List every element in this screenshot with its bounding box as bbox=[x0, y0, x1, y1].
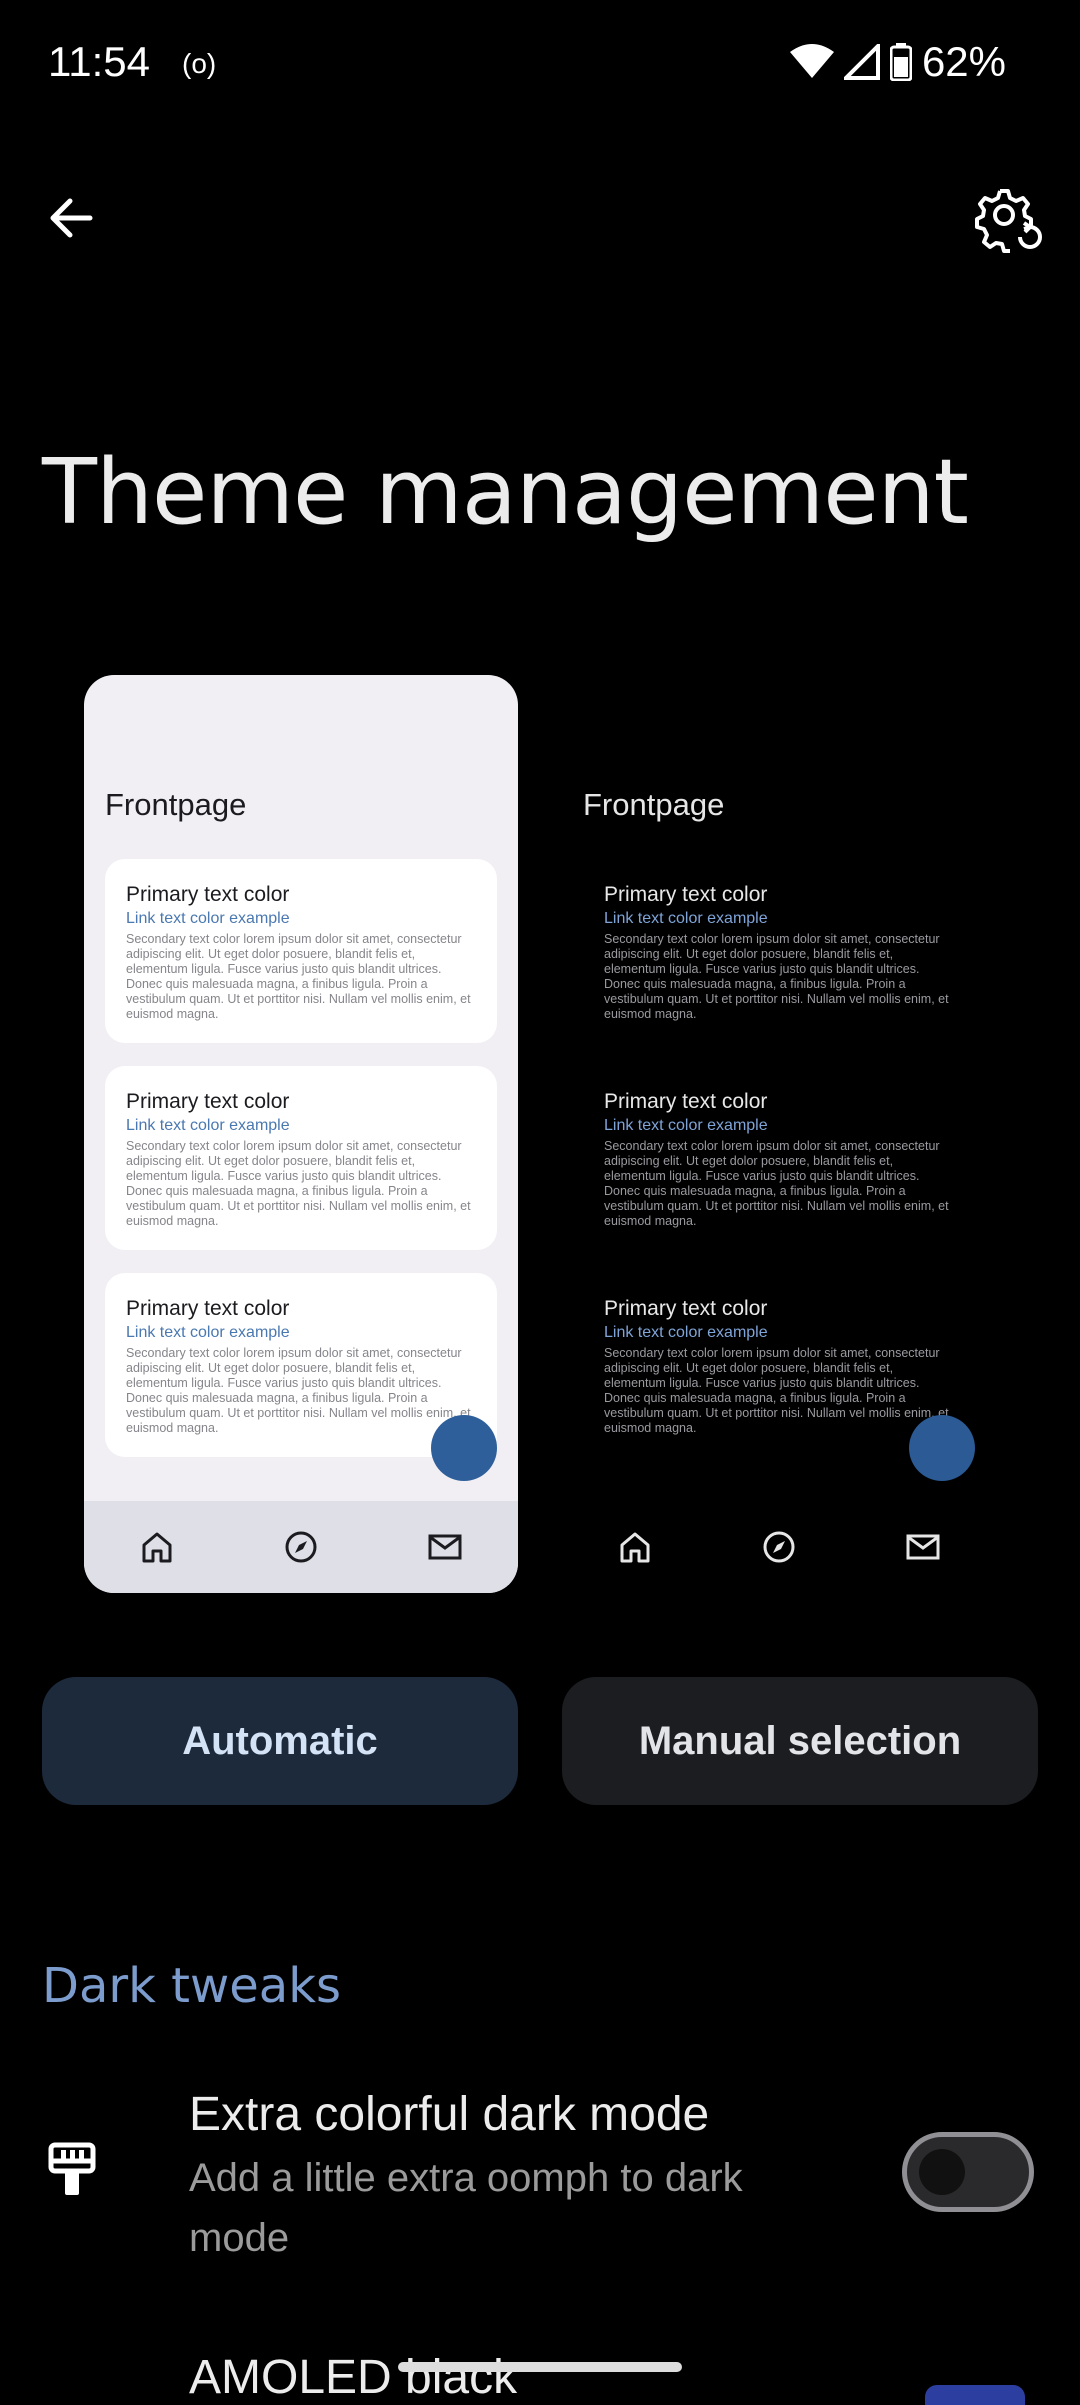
manual-selection-button[interactable]: Manual selection bbox=[562, 1677, 1038, 1805]
toggle-knob bbox=[919, 2149, 965, 2195]
compass-icon bbox=[285, 1531, 317, 1563]
signal-icon bbox=[843, 44, 880, 80]
dark-theme-preview[interactable]: Frontpage Primary text color Link text c… bbox=[562, 675, 996, 1593]
primary-text-sample: Primary text color bbox=[126, 1297, 290, 1320]
preview-header: Frontpage bbox=[583, 787, 725, 822]
status-time: 11:54 bbox=[48, 38, 150, 85]
link-text-sample: Link text color example bbox=[604, 1117, 768, 1134]
section-title: Dark tweaks bbox=[42, 1958, 341, 2014]
status-icons: 62% bbox=[789, 38, 1006, 86]
preview-header: Frontpage bbox=[105, 787, 247, 822]
link-text-sample: Link text color example bbox=[604, 1324, 768, 1341]
settings-sync-button[interactable] bbox=[974, 185, 1046, 257]
link-text-sample: Link text color example bbox=[126, 910, 290, 927]
preview-card: Primary text color Link text color examp… bbox=[105, 859, 497, 1043]
primary-text-sample: Primary text color bbox=[604, 1297, 768, 1320]
paint-roller-icon bbox=[48, 2142, 96, 2198]
mail-icon bbox=[428, 1534, 462, 1560]
gesture-nav-handle[interactable] bbox=[398, 2362, 682, 2372]
home-icon bbox=[620, 1532, 650, 1563]
primary-text-sample: Primary text color bbox=[126, 1090, 290, 1113]
light-theme-preview[interactable]: Frontpage Primary text color Link text c… bbox=[84, 675, 518, 1593]
home-icon bbox=[142, 1532, 172, 1563]
automatic-button[interactable]: Automatic bbox=[42, 1677, 518, 1805]
page-title: Theme management bbox=[42, 440, 969, 545]
preview-fab bbox=[909, 1415, 975, 1481]
secondary-text-sample: Secondary text color lorem ipsum dolor s… bbox=[126, 1139, 471, 1228]
extra-colorful-dark-mode-title[interactable]: Extra colorful dark mode bbox=[189, 2087, 709, 2142]
back-button[interactable] bbox=[40, 185, 106, 251]
secondary-text-sample: Secondary text color lorem ipsum dolor s… bbox=[604, 1346, 949, 1435]
link-text-sample: Link text color example bbox=[126, 1117, 290, 1134]
preview-card: Primary text color Link text color examp… bbox=[105, 1066, 497, 1250]
preview-card: Primary text color Link text color examp… bbox=[583, 1066, 975, 1250]
preview-bottom-nav bbox=[562, 1501, 996, 1593]
link-text-sample: Link text color example bbox=[126, 1324, 290, 1341]
battery-percent: 62% bbox=[921, 38, 1006, 85]
primary-text-sample: Primary text color bbox=[604, 883, 768, 906]
preview-fab bbox=[431, 1415, 497, 1481]
secondary-text-sample: Secondary text color lorem ipsum dolor s… bbox=[126, 932, 471, 1021]
link-text-sample: Link text color example bbox=[604, 910, 768, 927]
wifi-icon bbox=[789, 44, 834, 78]
compass-icon bbox=[763, 1531, 795, 1563]
mail-icon bbox=[906, 1534, 940, 1560]
amoled-toggle[interactable] bbox=[925, 2385, 1025, 2405]
extra-colorful-dark-mode-summary: Add a little extra oomph to dark mode bbox=[189, 2156, 743, 2260]
extra-colorful-toggle[interactable] bbox=[902, 2132, 1034, 2212]
secondary-text-sample: Secondary text color lorem ipsum dolor s… bbox=[126, 1346, 471, 1435]
secondary-text-sample: Secondary text color lorem ipsum dolor s… bbox=[604, 1139, 949, 1228]
battery-icon bbox=[889, 43, 912, 81]
arrow-back-icon bbox=[50, 198, 93, 238]
amoled-black-title[interactable]: AMOLED black bbox=[189, 2350, 517, 2405]
primary-text-sample: Primary text color bbox=[126, 883, 290, 906]
settings-sync-icon bbox=[975, 189, 1042, 253]
radio-indicator: (o) bbox=[182, 48, 217, 79]
primary-text-sample: Primary text color bbox=[604, 1090, 768, 1113]
secondary-text-sample: Secondary text color lorem ipsum dolor s… bbox=[604, 932, 949, 1021]
preview-card: Primary text color Link text color examp… bbox=[583, 859, 975, 1043]
preview-bottom-nav bbox=[84, 1501, 518, 1593]
